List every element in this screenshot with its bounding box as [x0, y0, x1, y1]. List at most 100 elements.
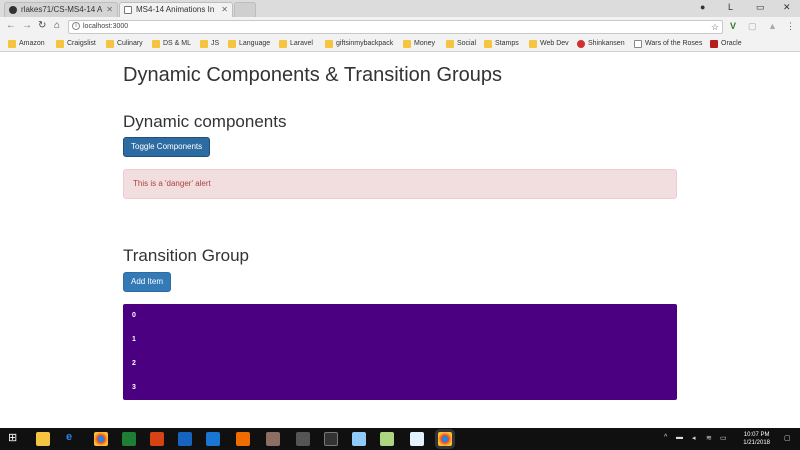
bookmark-js[interactable]: JS: [200, 39, 219, 49]
windows-start-icon[interactable]: ⊞: [8, 431, 17, 444]
danger-alert: This is a 'danger' alert: [123, 169, 677, 199]
bookmark-icon: [577, 40, 585, 48]
folder-icon: [325, 40, 333, 48]
folder-icon: [8, 40, 16, 48]
bookmark-stamps[interactable]: Stamps: [484, 39, 519, 49]
bookmark-label: DS & ML: [163, 40, 192, 47]
bookmark-wars-of-the-roses[interactable]: Wars of the Roses: [634, 39, 702, 49]
bookmark-craigslist[interactable]: Craigslist: [56, 39, 96, 49]
list-item: 1: [132, 336, 136, 343]
close-icon[interactable]: ✕: [221, 3, 228, 17]
menu-icon[interactable]: ⋮: [786, 21, 795, 32]
folder-icon: [446, 40, 454, 48]
network-icon[interactable]: ▬: [676, 434, 683, 441]
close-icon[interactable]: ✕: [106, 3, 113, 17]
new-tab-button[interactable]: [234, 2, 256, 17]
address-bar[interactable]: i localhost:3000 ☆: [68, 20, 723, 34]
xampp-icon[interactable]: [236, 432, 250, 446]
toggle-components-button[interactable]: Toggle Components: [123, 137, 211, 157]
info-icon[interactable]: i: [72, 22, 80, 30]
app-icon[interactable]: [266, 432, 280, 446]
bookmark-label: Language: [239, 40, 271, 47]
vscode-icon[interactable]: [206, 432, 220, 446]
taskbar: ⊞ e ^ ▬ ◂ ≋ ▭ 10:07 PM 1/21/2018 ▢: [0, 428, 800, 450]
bookmark-web-dev[interactable]: Web Dev: [529, 39, 569, 49]
window-close-icon[interactable]: ✕: [783, 2, 791, 13]
tab-github[interactable]: rlakes71/CS-MS4-14 A ✕: [4, 2, 118, 17]
bookmark-label: giftsinmybackpack: [336, 40, 394, 47]
vue-devtools-icon[interactable]: V: [730, 21, 736, 31]
minimize-icon[interactable]: L: [728, 2, 733, 12]
volume-icon[interactable]: ◂: [692, 434, 696, 442]
folder-icon: [484, 40, 492, 48]
github-icon: [9, 6, 17, 14]
bookmark-label: Amazon: [19, 40, 45, 47]
powerpoint-icon[interactable]: [150, 432, 164, 446]
bookmark-label: Oracle: [721, 40, 742, 47]
bookmark-laravel[interactable]: Laravel: [279, 39, 313, 49]
folder-icon: [56, 40, 64, 48]
maximize-icon[interactable]: ▭: [756, 2, 765, 13]
add-item-button[interactable]: Add Item: [123, 272, 172, 292]
bookmark-label: Stamps: [495, 40, 519, 47]
app-icon[interactable]: [352, 432, 366, 446]
transition-group-heading: Transition Group: [123, 246, 249, 265]
bookmark-ds-ml[interactable]: DS & ML: [152, 39, 191, 49]
bookmark-culinary[interactable]: Culinary: [106, 39, 143, 49]
bookmark-label: Shinkansen: [588, 40, 625, 47]
clock-date: 1/21/2018: [743, 440, 770, 446]
oracle-icon: [710, 40, 718, 48]
profile-icon[interactable]: ●: [700, 2, 705, 12]
bookmark-label: Money: [414, 40, 436, 47]
wifi-icon[interactable]: ≋: [706, 434, 712, 442]
back-icon[interactable]: ←: [6, 20, 16, 31]
terminal-icon[interactable]: [296, 432, 310, 446]
folder-icon: [403, 40, 411, 48]
extension-icon[interactable]: ▲: [768, 21, 777, 31]
bookmark-shinkansen[interactable]: Shinkansen: [577, 39, 625, 49]
action-center-icon[interactable]: ▢: [784, 434, 791, 442]
notification-icon[interactable]: ▭: [720, 434, 727, 442]
bookmark-language[interactable]: Language: [228, 39, 270, 49]
page-title: Dynamic Components & Transition Groups: [123, 64, 503, 86]
word-icon[interactable]: [178, 432, 192, 446]
bookmark-amazon[interactable]: Amazon: [8, 39, 45, 49]
folder-icon: [228, 40, 236, 48]
home-icon[interactable]: ⌂: [54, 20, 60, 31]
chrome-active-icon[interactable]: [438, 432, 452, 446]
list-item: 2: [132, 360, 136, 367]
folder-icon: [200, 40, 208, 48]
system-clock[interactable]: 10:07 PM 1/21/2018: [743, 431, 770, 447]
browser-toolbar: ← → ↻ ⌂ i localhost:3000 ☆ V ▢ ▲ ⋮: [0, 17, 800, 37]
app-icon[interactable]: [380, 432, 394, 446]
bookmark-label: Laravel: [290, 40, 313, 47]
extension-icon[interactable]: ▢: [748, 21, 757, 32]
bookmark-money[interactable]: Money: [403, 39, 435, 49]
forward-icon[interactable]: →: [22, 20, 32, 31]
reload-icon[interactable]: ↻: [38, 20, 46, 31]
bookmark-label: JS: [211, 40, 220, 47]
bookmark-label: Craigslist: [67, 40, 96, 47]
tray-chevron-icon[interactable]: ^: [664, 434, 667, 441]
bookmark-label: Wars of the Roses: [645, 40, 703, 47]
file-explorer-icon[interactable]: [36, 432, 50, 446]
bookmark-giftsinmybackpack[interactable]: giftsinmybackpack: [325, 39, 393, 49]
cmd-icon[interactable]: [324, 432, 338, 446]
bookmark-oracle[interactable]: Oracle: [710, 39, 742, 49]
tab-animations[interactable]: MS4-14 Animations In ✕: [119, 2, 233, 17]
excel-icon[interactable]: [122, 432, 136, 446]
folder-icon: [529, 40, 537, 48]
chrome-icon[interactable]: [94, 432, 108, 446]
bookmark-label: Culinary: [117, 40, 143, 47]
bookmarks-bar: Amazon Craigslist Culinary DS & ML JS La…: [0, 37, 800, 52]
edge-icon[interactable]: e: [66, 431, 72, 443]
list-item: 0: [132, 312, 136, 319]
bookmark-social[interactable]: Social: [446, 39, 476, 49]
star-icon[interactable]: ☆: [711, 21, 719, 33]
list-item: 3: [132, 384, 136, 391]
bookmark-label: Social: [457, 40, 477, 47]
tab-label: rlakes71/CS-MS4-14 A: [21, 5, 103, 14]
app-icon[interactable]: [410, 432, 424, 446]
folder-icon: [152, 40, 160, 48]
page-icon: [634, 40, 642, 48]
